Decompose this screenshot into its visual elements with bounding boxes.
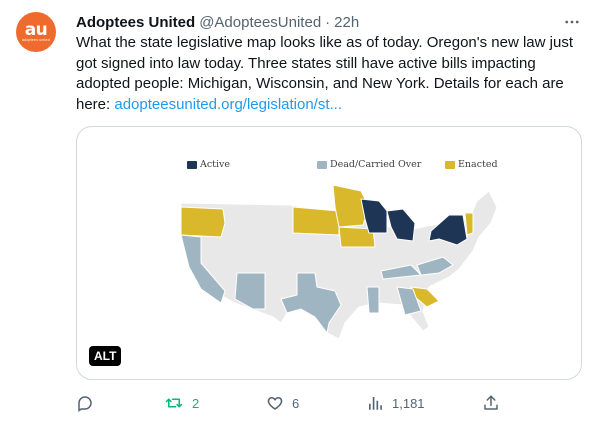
reply-button[interactable] [76,392,94,414]
avatar-logo-subtext: adoptees united [22,38,50,42]
tweet-media-image[interactable]: Active Dead/Carried Over Enacted ALT [76,126,582,380]
avatar-logo-text: au [24,20,48,40]
avatar[interactable]: au adoptees united [16,12,56,52]
author-handle[interactable]: @AdopteesUnited [199,14,321,31]
views-button[interactable]: 1,181 [366,392,425,414]
share-icon [484,395,498,410]
share-button[interactable] [482,392,500,414]
tweet-text: What the state legislative map looks lik… [76,33,588,115]
header-separator: · [325,13,331,31]
more-options-button[interactable] [560,12,584,32]
retweet-count: 2 [192,395,200,411]
retweet-button[interactable]: 2 [164,392,199,414]
author-display-name[interactable]: Adoptees United [76,14,195,31]
heart-icon [267,397,283,410]
state-mississippi-dead [366,286,380,314]
tweet-actions-bar: 2 6 1,181 [76,392,588,414]
tweet-link[interactable]: adopteesunited.org/legislation/st... [114,96,342,113]
state-south-dakota-enacted [292,206,340,236]
views-chart-icon [369,397,382,410]
tweet-timestamp[interactable]: 22h [334,14,359,31]
tweet-header: Adoptees United @AdopteesUnited · 22h [76,12,359,32]
alt-text-badge[interactable]: ALT [89,346,122,366]
reply-icon [78,396,92,412]
views-count: 1,181 [392,395,425,411]
more-horizontal-icon [565,20,579,24]
retweet-icon [165,398,183,408]
state-oregon-enacted [180,206,226,238]
us-state-map [180,184,498,340]
like-button[interactable]: 6 [266,392,299,414]
like-count: 6 [292,395,300,411]
